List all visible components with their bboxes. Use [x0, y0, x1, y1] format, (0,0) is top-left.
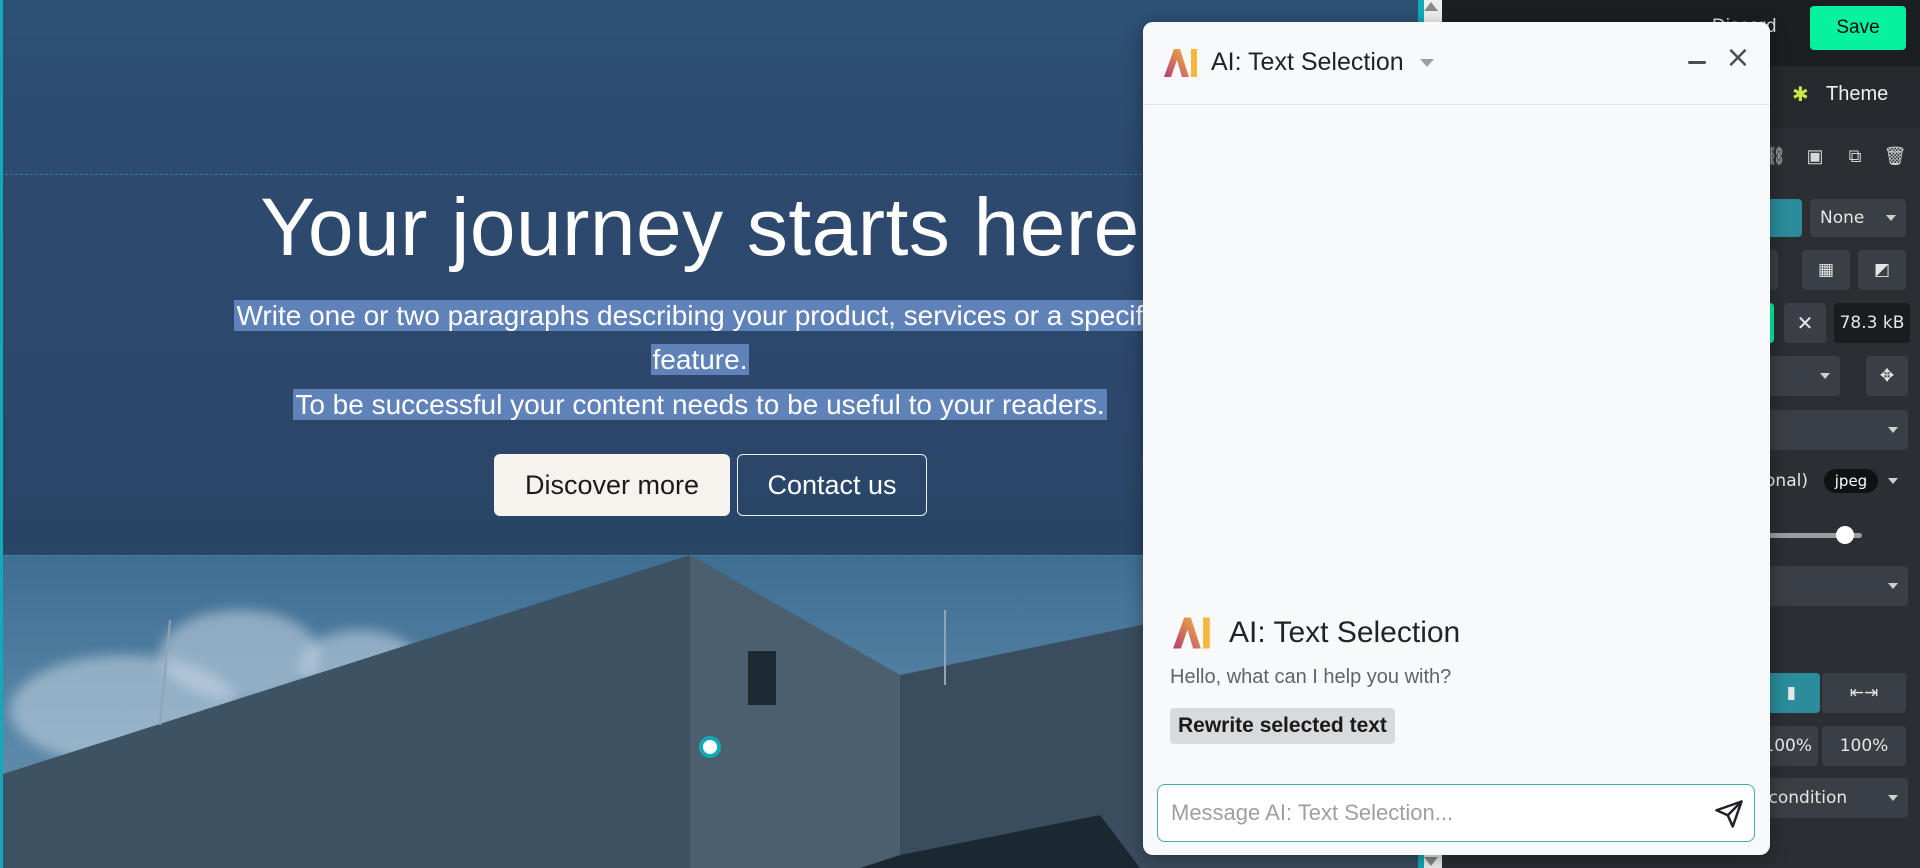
none-select-value: None: [1820, 208, 1865, 228]
message-input[interactable]: [1171, 785, 1691, 841]
scroll-up-icon[interactable]: [1424, 2, 1438, 11]
delete-icon[interactable]: 🗑: [1882, 146, 1908, 170]
save-snippet-icon[interactable]: ▣: [1802, 146, 1828, 170]
discover-more-button[interactable]: Discover more: [494, 454, 730, 516]
focal-point-icon[interactable]: ✥: [1866, 356, 1908, 396]
minimize-icon[interactable]: [1688, 61, 1706, 64]
save-button[interactable]: Save: [1810, 6, 1906, 50]
chevron-down-icon: [1820, 373, 1830, 379]
ai-logo-icon: [1164, 49, 1197, 77]
ai-chat-window[interactable]: AI: Text Selection × AI: Text Selection …: [1143, 22, 1770, 855]
assistant-title: AI: Text Selection: [1229, 616, 1461, 649]
video-icon[interactable]: ▦: [1802, 250, 1850, 290]
chevron-down-icon: [1886, 215, 1896, 221]
duplicate-icon[interactable]: ⧉: [1842, 146, 1868, 170]
format-badge: jpeg: [1824, 469, 1878, 493]
resize-handle[interactable]: [699, 736, 721, 758]
gradient-icon[interactable]: ◩: [1858, 250, 1906, 290]
width-mode-full-icon[interactable]: ⇤⇥: [1822, 673, 1906, 713]
scroll-down-icon[interactable]: [1424, 857, 1438, 866]
gear-icon: ✱: [1792, 84, 1809, 106]
chevron-down-icon: [1888, 583, 1898, 589]
assistant-greeting: Hello, what can I help you with?: [1170, 666, 1452, 688]
selected-text[interactable]: To be successful your content needs to b…: [293, 389, 1107, 420]
width-left-value: 100%: [1763, 736, 1812, 756]
file-size-badge: 78.3 kB: [1834, 303, 1910, 343]
quality-slider-knob[interactable]: [1835, 526, 1854, 544]
canvas-edge-accent: [0, 0, 3, 868]
chevron-down-icon: [1888, 478, 1898, 484]
selected-text[interactable]: feature.: [650, 344, 750, 375]
chat-title[interactable]: AI: Text Selection: [1211, 48, 1404, 77]
chat-header: AI: Text Selection ×: [1143, 22, 1770, 105]
chevron-down-icon: [1888, 795, 1898, 801]
theme-label: Theme: [1826, 83, 1889, 105]
remove-image-icon[interactable]: ✕: [1784, 303, 1826, 343]
contact-us-button[interactable]: Contact us: [737, 454, 927, 516]
filter-select[interactable]: [1748, 566, 1908, 606]
width-right-value: 100%: [1839, 736, 1889, 756]
rewrite-selected-text-button[interactable]: Rewrite selected text: [1170, 708, 1395, 744]
chevron-down-icon: [1888, 427, 1898, 433]
send-icon[interactable]: [1714, 799, 1744, 829]
condition-select[interactable]: No condition: [1748, 778, 1908, 818]
close-icon[interactable]: ×: [1723, 40, 1753, 76]
chevron-down-icon[interactable]: [1420, 59, 1434, 67]
selected-text[interactable]: Write one or two paragraphs describing y…: [234, 300, 1166, 331]
message-box[interactable]: [1157, 784, 1755, 842]
none-select[interactable]: None: [1810, 199, 1906, 237]
width-right-field[interactable]: 100%: [1822, 726, 1906, 766]
ai-logo-icon: [1173, 617, 1210, 649]
size-select[interactable]: [1748, 410, 1908, 450]
